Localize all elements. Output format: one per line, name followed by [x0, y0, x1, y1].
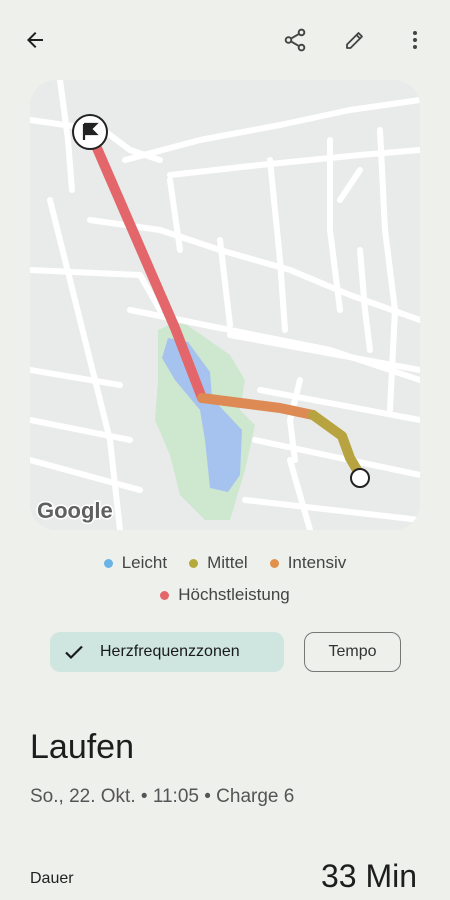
back-button[interactable]	[11, 16, 59, 64]
legend-item: Leicht	[103, 553, 168, 573]
map-attribution: Google	[37, 498, 113, 523]
duration-value: 33 Min	[320, 858, 417, 894]
legend-item: Intensiv	[269, 553, 347, 573]
more-options-button[interactable]	[391, 16, 439, 64]
top-app-bar	[0, 0, 450, 80]
arrow-left-icon	[27, 32, 43, 48]
legend-dot	[189, 558, 199, 568]
activity-subtitle: So., 22. Okt. • 11:05 • Charge 6	[30, 786, 295, 807]
pace-chip[interactable]: Tempo	[304, 632, 401, 672]
pencil-icon	[346, 32, 363, 49]
edit-button[interactable]	[331, 16, 379, 64]
legend-dot	[103, 558, 113, 568]
more-vert-icon	[413, 31, 417, 49]
legend-label: Höchstleistung	[178, 585, 290, 604]
heart-zone-legend: Leicht Mittel Intensiv Höchstleistung	[0, 548, 450, 610]
share-button[interactable]	[271, 16, 319, 64]
legend-dot	[160, 590, 170, 600]
share-icon	[284, 28, 306, 52]
route-map[interactable]: Google	[30, 80, 420, 530]
chip-label: Tempo	[328, 643, 377, 660]
heart-zones-chip[interactable]: Herzfrequenzzonen	[50, 632, 284, 672]
map-overlay-chips: Herzfrequenzzonen Tempo	[50, 632, 401, 672]
legend-label: Leicht	[121, 553, 168, 572]
legend-label: Intensiv	[287, 553, 347, 572]
chip-label: Herzfrequenzzonen	[100, 643, 240, 660]
legend-label: Mittel	[207, 553, 248, 572]
legend-dot	[269, 558, 279, 568]
legend-item: Mittel	[189, 553, 248, 573]
flag-icon	[72, 114, 108, 150]
check-icon	[62, 640, 86, 664]
circle-marker-icon	[350, 468, 370, 488]
activity-title: Laufen	[30, 728, 134, 766]
duration-label: Dauer	[30, 870, 74, 887]
legend-item: Höchstleistung	[160, 585, 290, 605]
